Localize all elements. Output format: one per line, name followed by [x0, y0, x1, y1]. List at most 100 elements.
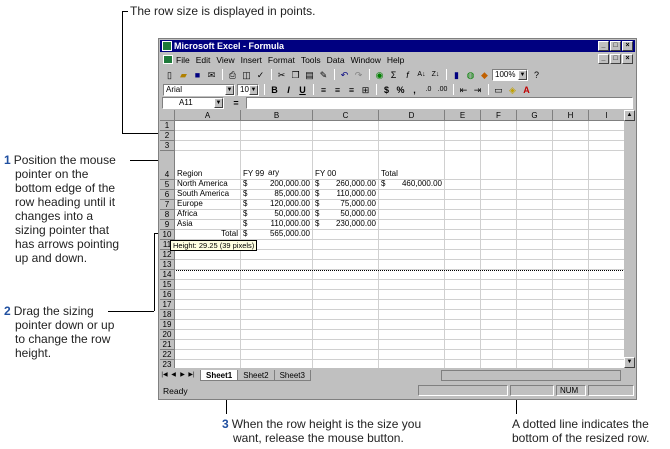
- menu-tools[interactable]: Tools: [301, 55, 321, 65]
- align-right-icon[interactable]: ≡: [345, 84, 358, 96]
- tab-sheet1[interactable]: Sheet1: [200, 369, 239, 381]
- cell[interactable]: [379, 350, 445, 360]
- cell[interactable]: [379, 260, 445, 270]
- cell[interactable]: [517, 250, 553, 260]
- row-header-20[interactable]: 20: [160, 330, 175, 340]
- font-select[interactable]: Arial ▼: [163, 83, 235, 96]
- cell[interactable]: [517, 151, 553, 180]
- cell[interactable]: [445, 320, 481, 330]
- cell[interactable]: [175, 310, 241, 320]
- cell[interactable]: [553, 270, 589, 280]
- cell[interactable]: [445, 310, 481, 320]
- cell[interactable]: [445, 260, 481, 270]
- cell[interactable]: [379, 200, 445, 210]
- cell[interactable]: [553, 300, 589, 310]
- cell[interactable]: [553, 210, 589, 220]
- cell[interactable]: [313, 270, 379, 280]
- last-sheet-icon[interactable]: ▶|: [187, 370, 196, 380]
- cell[interactable]: [553, 230, 589, 240]
- cell[interactable]: [313, 250, 379, 260]
- cell[interactable]: [517, 320, 553, 330]
- cell[interactable]: [445, 290, 481, 300]
- cell[interactable]: [553, 240, 589, 250]
- row-header-5[interactable]: 5: [160, 180, 175, 190]
- comma-button[interactable]: ,: [408, 84, 421, 96]
- cell[interactable]: [313, 240, 379, 250]
- cell[interactable]: [589, 310, 625, 320]
- prev-sheet-icon[interactable]: ◀: [169, 370, 178, 380]
- cell[interactable]: [445, 350, 481, 360]
- cut-icon[interactable]: ✂: [275, 69, 288, 81]
- cell[interactable]: [481, 121, 517, 131]
- column-header-g[interactable]: G: [517, 110, 553, 121]
- cell[interactable]: [589, 180, 625, 190]
- cell[interactable]: [517, 340, 553, 350]
- cell[interactable]: [379, 280, 445, 290]
- cell[interactable]: [379, 240, 445, 250]
- save-icon[interactable]: ■: [191, 69, 204, 81]
- cell[interactable]: [589, 131, 625, 141]
- drawing-icon[interactable]: ◆: [478, 69, 491, 81]
- cell[interactable]: [313, 350, 379, 360]
- currency-button[interactable]: $: [380, 84, 393, 96]
- row-header-16[interactable]: 16: [160, 290, 175, 300]
- cell[interactable]: [445, 250, 481, 260]
- print-icon[interactable]: ⎙: [226, 69, 239, 81]
- cell[interactable]: [517, 200, 553, 210]
- row-header-22[interactable]: 22: [160, 350, 175, 360]
- row-header-17[interactable]: 17: [160, 300, 175, 310]
- cell[interactable]: [517, 141, 553, 151]
- cell[interactable]: [175, 131, 241, 141]
- maximize-button[interactable]: □: [610, 41, 621, 51]
- cell[interactable]: [517, 210, 553, 220]
- menu-window[interactable]: Window: [351, 55, 381, 65]
- cell[interactable]: [313, 360, 379, 368]
- cell[interactable]: [379, 121, 445, 131]
- minimize-button[interactable]: _: [598, 41, 609, 51]
- cell[interactable]: [379, 310, 445, 320]
- row-header-15[interactable]: 15: [160, 280, 175, 290]
- cell[interactable]: [445, 210, 481, 220]
- menu-edit[interactable]: Edit: [196, 55, 211, 65]
- cell[interactable]: [481, 300, 517, 310]
- column-header-e[interactable]: E: [445, 110, 481, 121]
- cell[interactable]: [553, 131, 589, 141]
- cell[interactable]: [517, 121, 553, 131]
- cell[interactable]: [517, 270, 553, 280]
- cell[interactable]: [481, 190, 517, 200]
- chevron-down-icon[interactable]: ▼: [214, 98, 223, 108]
- cell[interactable]: [175, 330, 241, 340]
- cell[interactable]: [481, 240, 517, 250]
- hyperlink-icon[interactable]: ◉: [373, 69, 386, 81]
- cell[interactable]: [379, 270, 445, 280]
- italic-button[interactable]: I: [282, 84, 295, 96]
- first-sheet-icon[interactable]: |◀: [160, 370, 169, 380]
- cell[interactable]: $565,000.00: [241, 229, 313, 240]
- autosum-icon[interactable]: Σ: [387, 69, 400, 81]
- cell[interactable]: [517, 190, 553, 200]
- menu-file[interactable]: File: [176, 55, 190, 65]
- cell[interactable]: [379, 290, 445, 300]
- cell[interactable]: [445, 180, 481, 190]
- column-header-i[interactable]: I: [589, 110, 625, 121]
- cell[interactable]: [481, 270, 517, 280]
- cell[interactable]: [175, 320, 241, 330]
- scroll-down-icon[interactable]: ▼: [624, 357, 635, 368]
- cell[interactable]: [445, 121, 481, 131]
- chevron-down-icon[interactable]: ▼: [518, 69, 527, 80]
- row-header-7[interactable]: 7: [160, 200, 175, 210]
- paste-icon[interactable]: ▤: [303, 69, 316, 81]
- cell[interactable]: [589, 230, 625, 240]
- horizontal-scrollbar[interactable]: [441, 369, 621, 381]
- cell[interactable]: [481, 280, 517, 290]
- row-header-3[interactable]: 3: [160, 141, 175, 151]
- equals-button[interactable]: =: [226, 98, 246, 108]
- cell[interactable]: [241, 250, 313, 260]
- cell[interactable]: [175, 360, 241, 368]
- row-header-21[interactable]: 21: [160, 340, 175, 350]
- cell[interactable]: [481, 180, 517, 190]
- help-icon[interactable]: ?: [530, 69, 543, 81]
- cell[interactable]: [553, 290, 589, 300]
- cell[interactable]: [379, 220, 445, 230]
- column-header-a[interactable]: A: [175, 110, 241, 121]
